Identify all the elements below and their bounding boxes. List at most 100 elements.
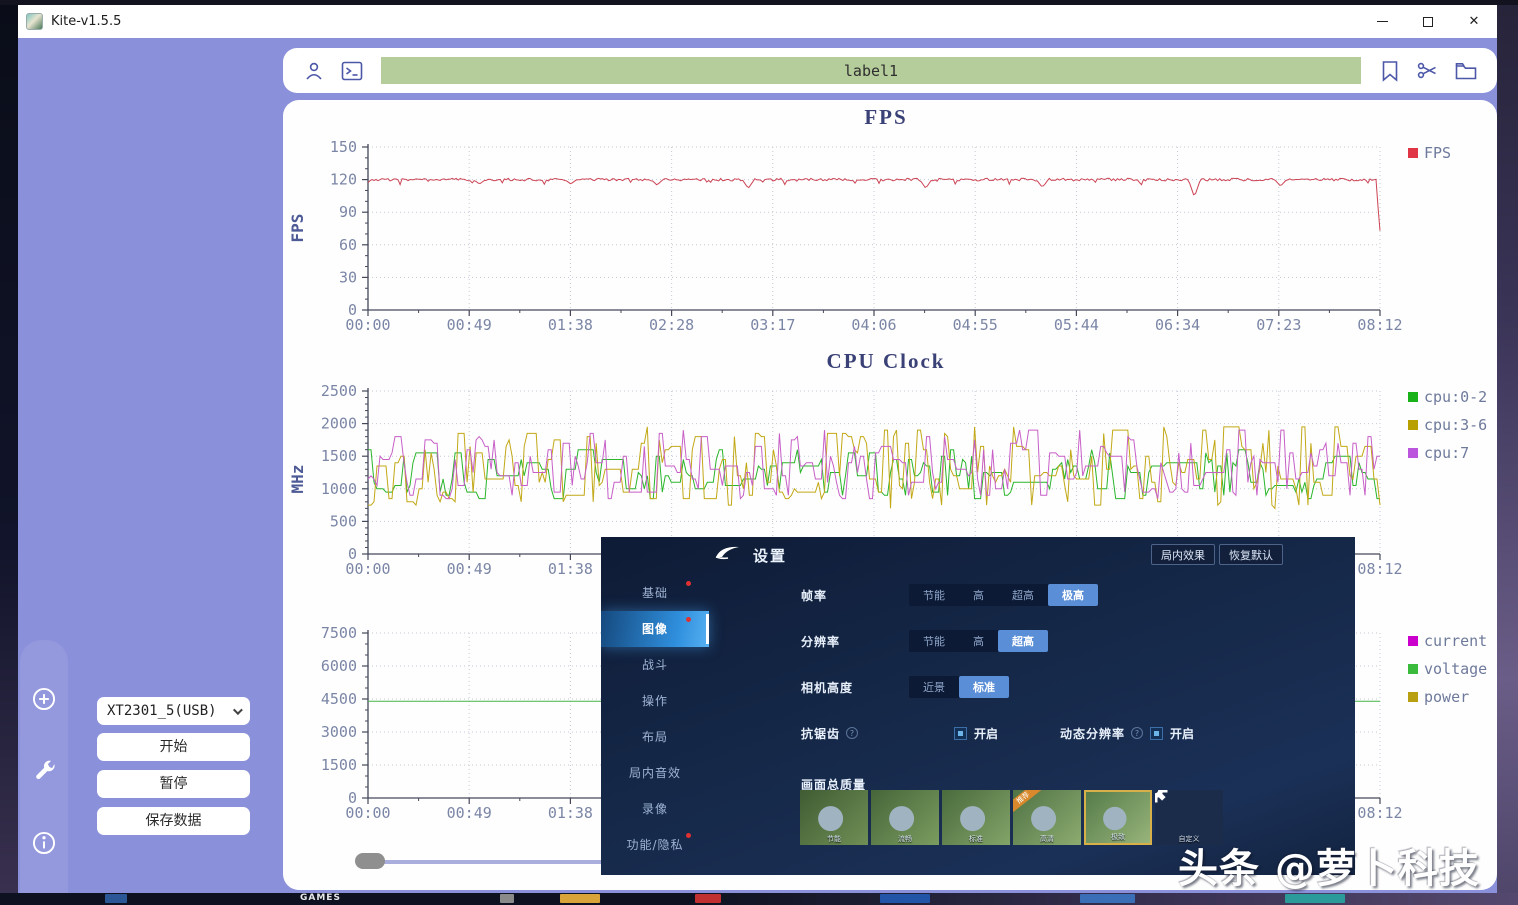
checkbox-2[interactable] (1150, 727, 1163, 740)
quality-option-节能[interactable]: 节能 (800, 790, 868, 845)
taskbar-app-icon-6[interactable] (1080, 894, 1135, 903)
option-近景[interactable]: 近景 (909, 676, 959, 698)
overlay-menu-8[interactable]: 功能/隐私 (601, 827, 709, 863)
action-button-2[interactable]: 暂停 (97, 770, 250, 798)
quality-option-标准[interactable]: 标准 (942, 790, 1010, 845)
overlay-menu-6[interactable]: 局内音效 (601, 755, 709, 791)
svg-text:FPS: FPS (288, 214, 307, 243)
overlay-top-button-1[interactable]: 局内效果 (1151, 544, 1215, 565)
svg-text:00:00: 00:00 (345, 560, 390, 578)
svg-text:60: 60 (339, 236, 357, 254)
overlay-menu-2[interactable]: 图像 (601, 611, 709, 647)
setting-row-3: 相机高度近景标准 (801, 676, 1009, 698)
option-高[interactable]: 高 (959, 630, 998, 652)
chevron-down-icon (233, 705, 243, 715)
quality-option-label: 极致 (1086, 832, 1150, 842)
option-超高[interactable]: 超高 (998, 584, 1048, 606)
svg-text:00:49: 00:49 (447, 316, 492, 334)
taskbar-app-icon-2[interactable] (500, 894, 514, 903)
overlay-menu-1[interactable]: 基础 (601, 575, 709, 611)
setting-row-2: 分辨率节能高超高 (801, 630, 1048, 652)
label-input[interactable]: label1 (381, 57, 1361, 84)
toggle-label: 抗锯齿 (801, 725, 840, 742)
taskbar-app-icon-7[interactable] (1285, 894, 1345, 903)
overlay-top-button-2[interactable]: 恢复默认 (1219, 544, 1283, 565)
quality-option-流畅[interactable]: 流畅 (871, 790, 939, 845)
bookmark-icon[interactable] (1378, 59, 1402, 83)
taskbar-games-label[interactable]: GAMES (300, 893, 341, 903)
option-节能[interactable]: 节能 (909, 584, 959, 606)
window-title: Kite-v1.5.5 (51, 14, 121, 29)
terminal-icon[interactable] (340, 59, 364, 83)
help-icon[interactable]: ? (1131, 727, 1143, 739)
action-button-3[interactable]: 保存数据 (97, 807, 250, 835)
svg-text:1000: 1000 (321, 480, 357, 498)
svg-text:03:17: 03:17 (750, 316, 795, 334)
device-select[interactable]: XT2301_5(USB) (97, 697, 250, 725)
option-超高[interactable]: 超高 (998, 630, 1048, 652)
action-button-1[interactable]: 开始 (97, 733, 250, 761)
svg-text:cpu:7: cpu:7 (1424, 444, 1469, 462)
desktop-left-edge (0, 0, 18, 905)
overlay-menu-3[interactable]: 战斗 (601, 647, 709, 683)
checkbox-1[interactable] (954, 727, 967, 740)
svg-text:01:38: 01:38 (548, 316, 593, 334)
svg-text:1500: 1500 (321, 756, 357, 774)
notification-dot (686, 617, 691, 622)
user-icon[interactable] (302, 59, 326, 83)
notification-dot (686, 581, 691, 586)
svg-text:power: power (1424, 688, 1469, 706)
option-极高[interactable]: 极高 (1048, 584, 1098, 606)
svg-text:90: 90 (339, 203, 357, 221)
toolbar: label1 (283, 48, 1497, 93)
overlay-menu-4[interactable]: 操作 (601, 683, 709, 719)
svg-text:FPS: FPS (1424, 144, 1451, 162)
quality-option-label: 节能 (800, 834, 868, 844)
taskbar-app-icon-5[interactable] (880, 894, 930, 903)
time-scrollbar-handle[interactable] (355, 853, 385, 869)
option-标准[interactable]: 标准 (959, 676, 1009, 698)
option-节能[interactable]: 节能 (909, 630, 959, 652)
close-button[interactable]: ✕ (1451, 5, 1497, 38)
info-circle-icon[interactable] (31, 830, 57, 856)
overlay-menu-7[interactable]: 录像 (601, 791, 709, 827)
option-高[interactable]: 高 (959, 584, 998, 606)
svg-text:7500: 7500 (321, 624, 357, 642)
notification-dot (686, 833, 691, 838)
svg-text:3000: 3000 (321, 723, 357, 741)
overlay-menu-5[interactable]: 布局 (601, 719, 709, 755)
svg-text:MHz: MHz (288, 465, 307, 494)
svg-text:current: current (1424, 632, 1487, 650)
quality-option-label: 高清 (1013, 834, 1081, 844)
svg-text:08:12: 08:12 (1357, 560, 1402, 578)
svg-text:05:44: 05:44 (1054, 316, 1099, 334)
scissors-icon[interactable] (1416, 59, 1440, 83)
app-icon (26, 13, 43, 30)
kite-back-icon[interactable] (713, 543, 743, 563)
setting-label: 分辨率 (801, 633, 909, 650)
wrench-icon[interactable] (31, 757, 57, 783)
maximize-button[interactable] (1405, 5, 1451, 38)
recommended-ribbon: 推荐 (1013, 790, 1045, 817)
svg-text:04:06: 04:06 (851, 316, 896, 334)
desktop-right-edge (1497, 0, 1518, 905)
svg-text:6000: 6000 (321, 657, 357, 675)
svg-text:08:12: 08:12 (1357, 804, 1402, 822)
setting-label: 帧率 (801, 587, 909, 604)
overlay-title: 设置 (753, 545, 787, 566)
help-icon[interactable]: ? (846, 727, 858, 739)
setting-row-1: 帧率节能高超高极高 (801, 584, 1098, 606)
add-circle-icon[interactable] (31, 686, 57, 712)
quality-option-高清[interactable]: 推荐高清 (1013, 790, 1081, 845)
minimize-button[interactable] (1359, 5, 1405, 38)
svg-text:30: 30 (339, 268, 357, 286)
folder-icon[interactable] (1454, 59, 1478, 83)
svg-text:4500: 4500 (321, 690, 357, 708)
taskbar-app-icon-1[interactable] (105, 894, 127, 903)
toggle-row: 抗锯齿?开启动态分辨率?开启 (801, 722, 1194, 744)
taskbar-app-icon-3[interactable] (560, 894, 600, 903)
svg-text:150: 150 (330, 138, 357, 156)
taskbar-app-icon-4[interactable] (695, 894, 721, 903)
toggle-label: 动态分辨率 (1060, 725, 1125, 742)
quality-option-极致[interactable]: 极致 (1084, 790, 1152, 845)
